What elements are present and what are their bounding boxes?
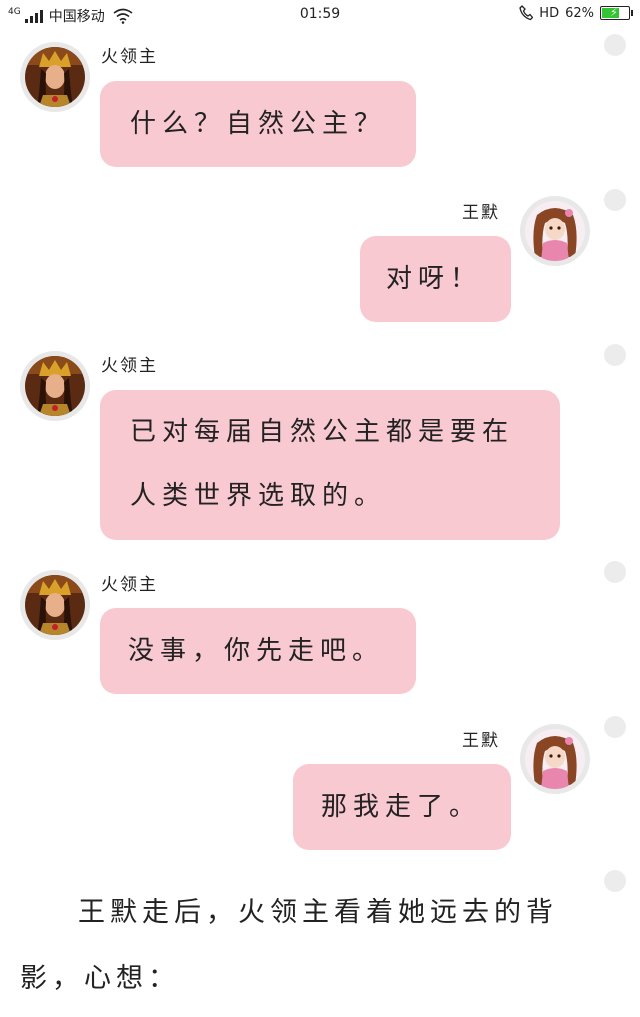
hd-label: HD [539, 5, 560, 21]
message-text: 那我走了。 [321, 792, 482, 822]
fire-lord-portrait [25, 356, 85, 416]
edge-dot [604, 561, 626, 583]
message-text-line: 已对每届自然公主都是要在 [130, 417, 515, 447]
edge-dot [604, 344, 626, 366]
avatar-fire-lord[interactable] [20, 42, 90, 112]
avatar-wang-mo[interactable] [520, 196, 590, 266]
wang-mo-portrait [525, 201, 585, 261]
edge-dot [604, 716, 626, 738]
message-text: 对呀！ [386, 264, 483, 294]
message-bubble[interactable]: 没事，你先走吧。 [100, 608, 416, 694]
sender-name: 王默 [462, 731, 500, 751]
battery-charging-icon: ⚡ [600, 6, 633, 20]
message-text: 什么？自然公主？ [130, 109, 387, 139]
message-bubble[interactable]: 已对每届自然公主都是要在 人类世界选取的。 [100, 390, 560, 540]
wang-mo-portrait [525, 729, 585, 789]
message-bubble[interactable]: 什么？自然公主？ [100, 81, 416, 167]
sender-name: 王默 [462, 203, 500, 223]
fire-lord-portrait [25, 575, 85, 635]
avatar-fire-lord[interactable] [20, 570, 90, 640]
status-bar: 4G 中国移动 01:59 HD 62% ⚡ [0, 0, 640, 30]
narration-text: 王默走后，火领主看着她远去的背影，心想： [20, 897, 558, 994]
avatar-wang-mo[interactable] [520, 724, 590, 794]
edge-dot [604, 189, 626, 211]
sender-name: 火领主 [101, 356, 158, 376]
message-text-line: 人类世界选取的。 [130, 481, 387, 511]
sender-name: 火领主 [101, 575, 158, 595]
message-bubble[interactable]: 对呀！ [360, 236, 511, 322]
sender-name: 火领主 [101, 47, 158, 67]
avatar-fire-lord[interactable] [20, 351, 90, 421]
fire-lord-portrait [25, 47, 85, 107]
message-bubble[interactable]: 那我走了。 [293, 764, 511, 850]
battery-percent: 62% [565, 5, 594, 21]
message-text: 没事，你先走吧。 [128, 636, 385, 666]
edge-dot [604, 34, 626, 56]
phone-hd-icon [519, 5, 534, 21]
